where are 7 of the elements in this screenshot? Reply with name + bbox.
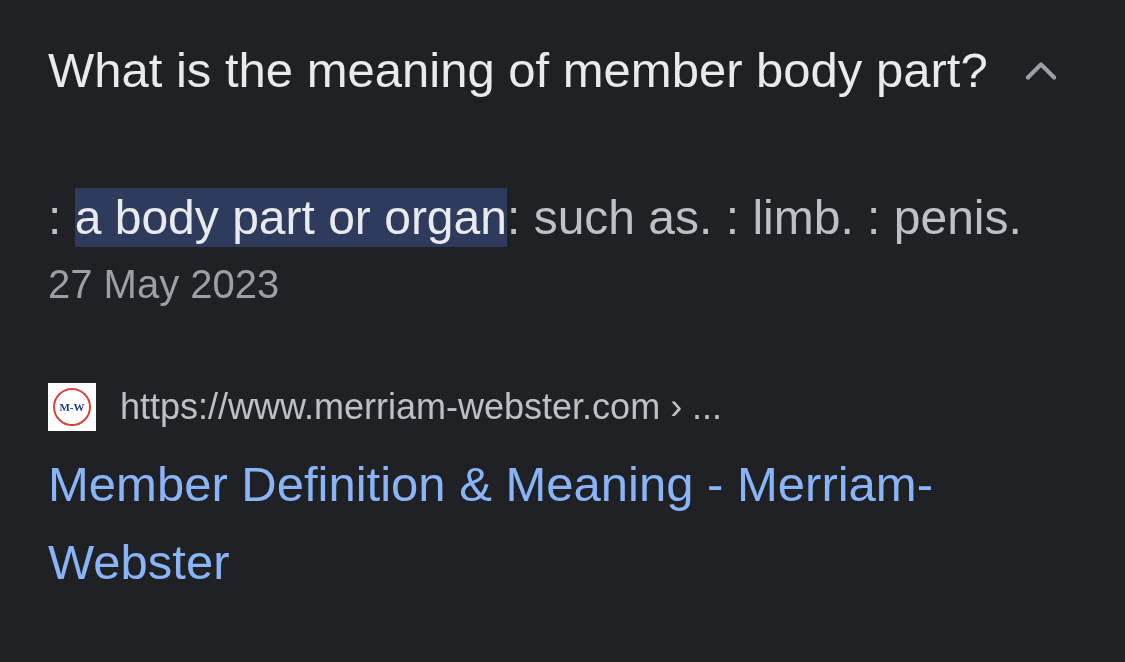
snippet-date: 27 May 2023 bbox=[48, 261, 281, 308]
answer-snippet: : a body part or organ: such as. : limb. : penis. bbox=[48, 187, 1077, 249]
question-text: What is the meaning of member body part? bbox=[48, 42, 988, 99]
source-url: https://www.merriam-webster.com › ... bbox=[120, 386, 723, 428]
result-title-link[interactable]: Member Definition & Meaning - Merriam-Webster bbox=[48, 445, 1008, 601]
site-logo: M-W bbox=[48, 383, 96, 431]
chevron-up-icon[interactable] bbox=[1026, 60, 1056, 80]
